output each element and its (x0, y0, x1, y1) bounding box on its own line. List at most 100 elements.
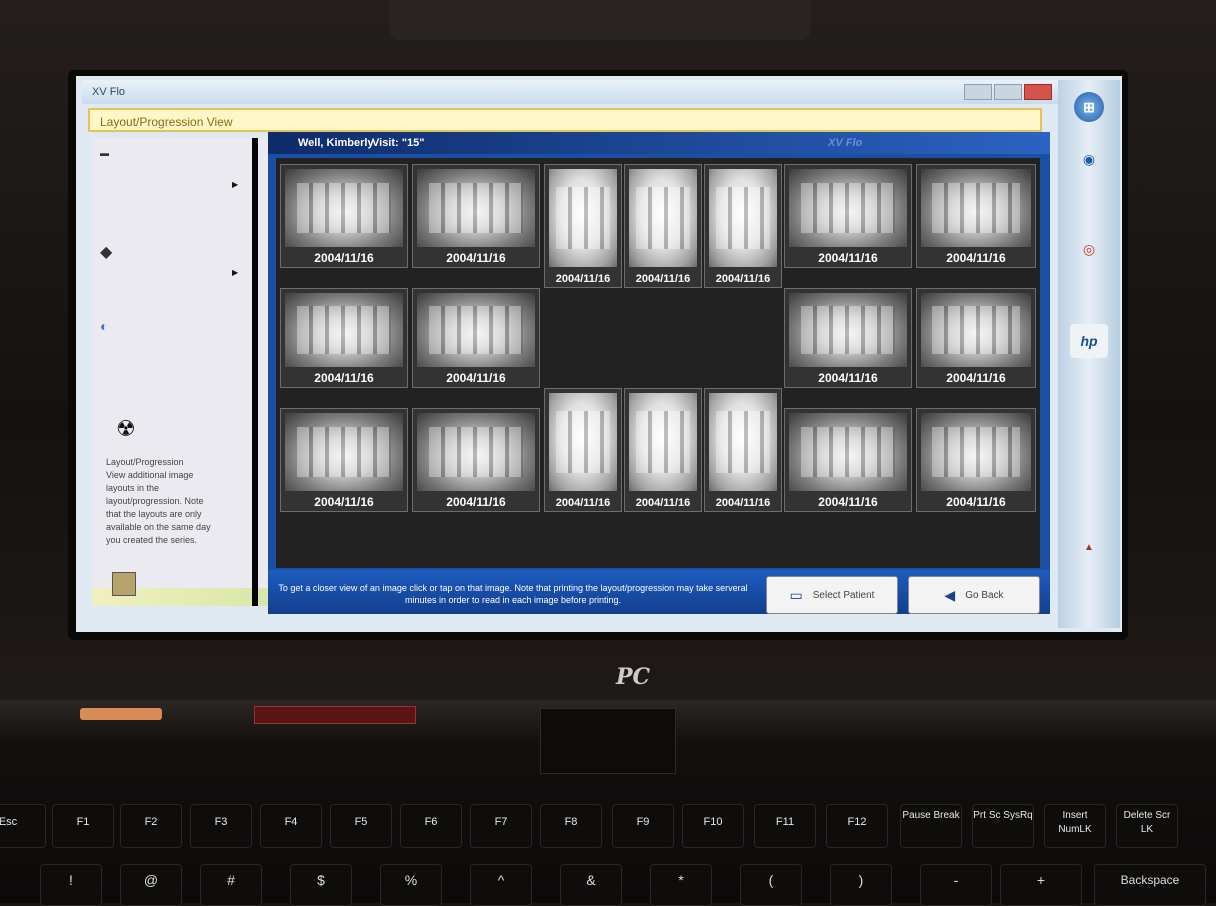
f5-key[interactable]: F5 (330, 804, 392, 848)
xray-date: 2004/11/16 (635, 273, 691, 285)
xray-image[interactable]: 2004/11/16 (916, 288, 1036, 388)
left-panel: ▬ ▶ ◆ ▶ ◐ ☢ Layout/Progression View addi… (92, 138, 268, 606)
browser-icon[interactable]: ◉ (1074, 144, 1104, 174)
f12-key[interactable]: F12 (826, 804, 888, 848)
f2-key[interactable]: F2 (120, 804, 182, 848)
xray-image[interactable]: 2004/11/16 (412, 408, 540, 512)
close-button[interactable] (1024, 84, 1052, 100)
xray-layout-grid: 2004/11/16 2004/11/16 2004/11/16 2004/11… (276, 158, 1040, 568)
key-5[interactable]: % (380, 864, 442, 906)
xray-image[interactable]: 2004/11/16 (280, 408, 408, 512)
xray-image[interactable]: 2004/11/16 (916, 164, 1036, 268)
keyboard-deck: Esc F1 F2 F3 F4 F5 F6 F7 F8 F9 F10 F11 F… (0, 700, 1216, 906)
f1-key[interactable]: F1 (52, 804, 114, 848)
f9-key[interactable]: F9 (612, 804, 674, 848)
xray-thumbnail (789, 293, 907, 367)
patient-name: Well, Kimberly (298, 137, 374, 149)
start-icon[interactable]: ⊞ (1074, 92, 1104, 122)
maximize-button[interactable] (994, 84, 1022, 100)
xray-thumbnail (549, 393, 617, 491)
xray-image[interactable]: 2004/11/16 (704, 388, 782, 512)
xray-image[interactable]: 2004/11/16 (916, 408, 1036, 512)
xray-thumbnail (789, 413, 907, 491)
thumbnail-icon[interactable] (112, 572, 136, 596)
tool-icon[interactable]: ◆ (100, 242, 112, 262)
xray-image[interactable]: 2004/11/16 (412, 288, 540, 388)
xray-image[interactable]: 2004/11/16 (784, 164, 912, 268)
tray-icon[interactable]: ▲ (1074, 532, 1104, 562)
key-9[interactable]: ( (740, 864, 802, 906)
f3-key[interactable]: F3 (190, 804, 252, 848)
key-2[interactable]: @ (120, 864, 182, 906)
xray-date: 2004/11/16 (555, 273, 611, 285)
taskbar: ⊞ ◉ ◎ hp ▲ (1058, 80, 1120, 628)
key-6[interactable]: ^ (470, 864, 532, 906)
xray-date: 2004/11/16 (818, 495, 878, 509)
xray-date: 2004/11/16 (715, 273, 771, 285)
brand-logo: PC (616, 664, 651, 690)
xray-thumbnail (921, 169, 1031, 247)
xray-image[interactable]: 2004/11/16 (280, 164, 408, 268)
help-line: layout/progression. Note (106, 496, 204, 506)
xray-date: 2004/11/16 (946, 371, 1006, 385)
status-strip (0, 700, 1216, 774)
insert-key[interactable]: Insert NumLK (1044, 804, 1106, 848)
visit-number: Visit: "15" (372, 137, 425, 149)
xray-thumbnail (921, 413, 1031, 491)
power-slider[interactable] (80, 708, 162, 720)
esc-key[interactable]: Esc (0, 804, 46, 848)
key-1[interactable]: ! (40, 864, 102, 906)
f6-key[interactable]: F6 (400, 804, 462, 848)
minimize-button[interactable] (964, 84, 992, 100)
go-back-button[interactable]: ◀ Go Back (908, 576, 1040, 614)
help-line: that the layouts are only (106, 509, 202, 519)
app-icon[interactable]: ◎ (1074, 234, 1104, 264)
go-back-label: Go Back (965, 589, 1004, 601)
sticker (254, 706, 416, 724)
window-titlebar: XV Flo (82, 80, 1058, 104)
f8-key[interactable]: F8 (540, 804, 602, 848)
delete-key[interactable]: Delete Scr LK (1116, 804, 1178, 848)
f11-key[interactable]: F11 (754, 804, 816, 848)
xray-viewer: Well, Kimberly Visit: "15" XV Flo 2004/1… (268, 132, 1050, 614)
instructions-text: To get a closer view of an image click o… (278, 583, 748, 605)
plus-key[interactable]: + (1000, 864, 1082, 906)
f10-key[interactable]: F10 (682, 804, 744, 848)
minus-key[interactable]: - (920, 864, 992, 906)
xray-date: 2004/11/16 (314, 495, 374, 509)
key-3[interactable]: # (200, 864, 262, 906)
f7-key[interactable]: F7 (470, 804, 532, 848)
xray-date: 2004/11/16 (446, 251, 506, 265)
key-4[interactable]: $ (290, 864, 352, 906)
patient-bar: Well, Kimberly Visit: "15" XV Flo (268, 132, 1050, 154)
xray-image[interactable]: 2004/11/16 (624, 164, 702, 288)
xray-date: 2004/11/16 (946, 251, 1006, 265)
xray-thumbnail (709, 169, 777, 267)
webcam-housing (390, 0, 810, 40)
xray-thumbnail (417, 169, 535, 247)
xray-date: 2004/11/16 (715, 497, 771, 509)
key-7[interactable]: & (560, 864, 622, 906)
hp-icon[interactable]: hp (1070, 324, 1108, 358)
action-bar: To get a closer view of an image click o… (268, 570, 1050, 614)
xray-image[interactable]: 2004/11/16 (704, 164, 782, 288)
backspace-key[interactable]: Backspace (1094, 864, 1206, 906)
brand-watermark: XV Flo (828, 137, 863, 149)
pause-key[interactable]: Pause Break (900, 804, 962, 848)
xray-image[interactable]: 2004/11/16 (784, 408, 912, 512)
window-controls (964, 84, 1052, 100)
select-patient-button[interactable]: ▭ Select Patient (766, 576, 898, 614)
printscreen-key[interactable]: Prt Sc SysRq (972, 804, 1034, 848)
xray-image[interactable]: 2004/11/16 (412, 164, 540, 268)
f4-key[interactable]: F4 (260, 804, 322, 848)
key-0[interactable]: ) (830, 864, 892, 906)
expand-arrow-icon[interactable]: ▶ (232, 268, 238, 277)
key-8[interactable]: * (650, 864, 712, 906)
expand-arrow-icon[interactable]: ▶ (232, 180, 238, 189)
xray-image[interactable]: 2004/11/16 (280, 288, 408, 388)
xray-image[interactable]: 2004/11/16 (624, 388, 702, 512)
xray-image[interactable]: 2004/11/16 (544, 164, 622, 288)
xray-image[interactable]: 2004/11/16 (784, 288, 912, 388)
xray-image[interactable]: 2004/11/16 (544, 388, 622, 512)
image-tool-icon[interactable]: ◐ (100, 318, 108, 334)
